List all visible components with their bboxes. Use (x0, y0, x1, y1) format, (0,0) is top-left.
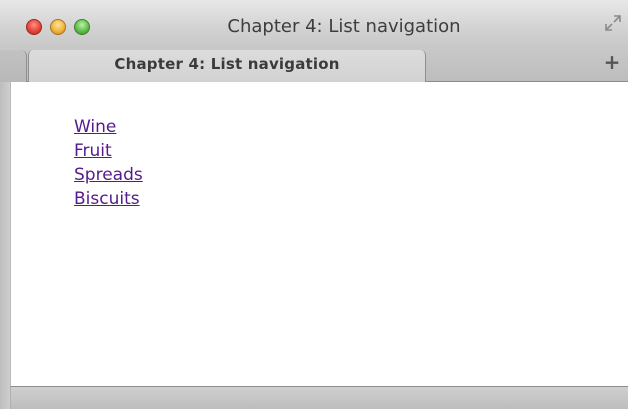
fullscreen-icon[interactable] (604, 14, 622, 32)
nav-link-fruit[interactable]: Fruit (74, 141, 112, 161)
browser-window: Chapter 4: List navigation Chapter 4: Li… (0, 0, 628, 409)
list-item: Wine (74, 117, 143, 141)
zoom-window-button[interactable] (74, 19, 90, 35)
tab-bar-edge (0, 50, 27, 82)
navigation-list: Wine Fruit Spreads Biscuits (74, 117, 143, 213)
tab-list-navigation[interactable]: Chapter 4: List navigation (28, 50, 426, 82)
window-left-edge (0, 82, 10, 409)
plus-icon: + (603, 50, 621, 74)
nav-link-spreads[interactable]: Spreads (74, 165, 143, 185)
tab-label: Chapter 4: List navigation (114, 55, 340, 73)
minimize-window-button[interactable] (50, 19, 66, 35)
page-content: Wine Fruit Spreads Biscuits (10, 82, 628, 386)
new-tab-button[interactable]: + (602, 52, 622, 72)
tab-bar: Chapter 4: List navigation + (0, 46, 628, 82)
status-bar (10, 386, 628, 409)
nav-link-biscuits[interactable]: Biscuits (74, 189, 140, 209)
title-bar[interactable]: Chapter 4: List navigation (0, 0, 628, 50)
close-window-button[interactable] (26, 19, 42, 35)
list-item: Fruit (74, 141, 143, 165)
list-item: Biscuits (74, 189, 143, 213)
window-title: Chapter 4: List navigation (227, 16, 461, 37)
nav-link-wine[interactable]: Wine (74, 117, 116, 137)
list-item: Spreads (74, 165, 143, 189)
